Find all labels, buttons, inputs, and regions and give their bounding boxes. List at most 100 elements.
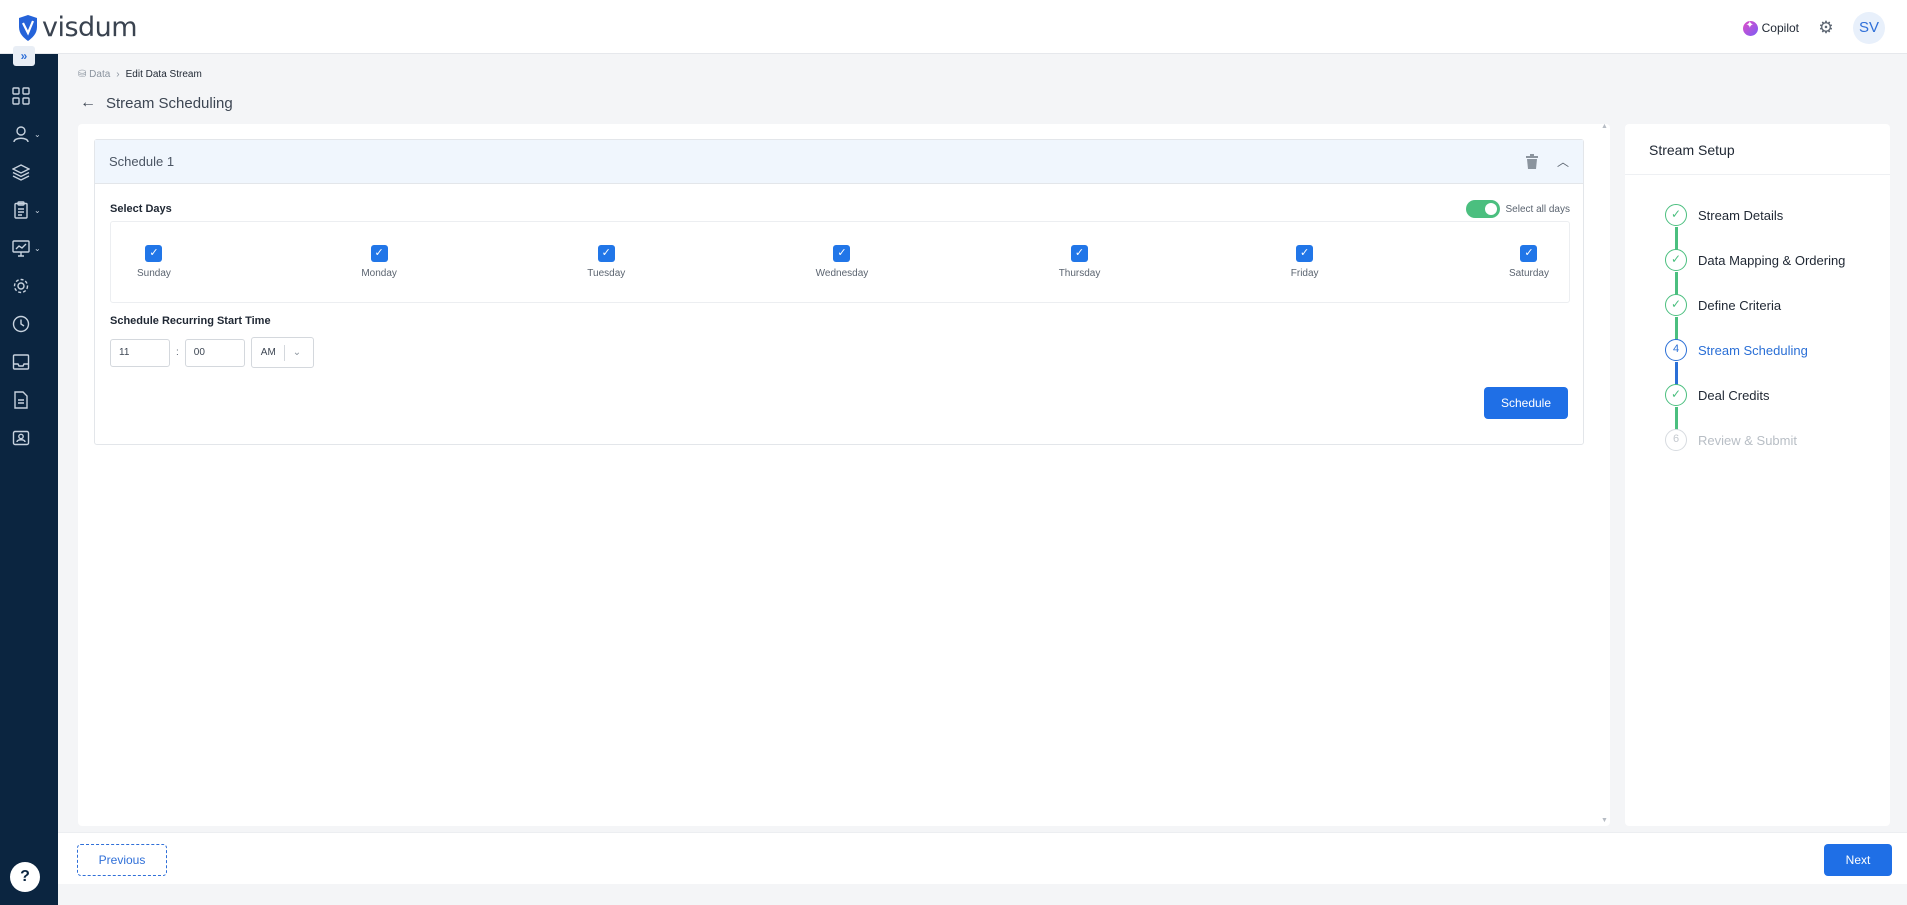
sidebar-item-dashboard[interactable]	[0, 79, 58, 113]
chevron-right-icon: ›	[116, 69, 120, 80]
step-review-submit[interactable]: 6 Review & Submit	[1665, 429, 1797, 451]
sidebar-item-directory[interactable]	[0, 421, 58, 455]
shield-logo-icon	[19, 14, 37, 41]
checkbox-checked-icon[interactable]: ✓	[833, 245, 851, 262]
day-wednesday[interactable]: ✓ Wednesday	[816, 245, 868, 279]
back-arrow-icon[interactable]: ←	[80, 94, 96, 112]
sidebar-item-reports[interactable]: ⌄	[0, 231, 58, 265]
user-icon	[13, 126, 29, 143]
header-actions: Copilot ⚙ SV	[1742, 12, 1885, 44]
logo-text: visdum	[42, 12, 138, 43]
trash-icon[interactable]	[1525, 154, 1539, 169]
checkbox-checked-icon[interactable]: ✓	[597, 245, 615, 262]
checkbox-checked-icon[interactable]: ✓	[1071, 245, 1089, 262]
scroll-up-icon[interactable]: ▲	[1601, 123, 1608, 130]
schedule-title: Schedule 1	[109, 154, 175, 169]
days-selector: ✓ Sunday ✓ Monday ✓ Tuesday ✓ Wednesday …	[110, 221, 1570, 303]
step-data-mapping[interactable]: ✓ Data Mapping & Ordering	[1665, 249, 1845, 271]
day-sunday[interactable]: ✓ Sunday	[137, 245, 171, 279]
select-divider	[283, 344, 285, 361]
day-label: Tuesday	[587, 268, 626, 279]
step-stream-details[interactable]: ✓ Stream Details	[1665, 204, 1783, 226]
check-icon: ✓	[1665, 249, 1687, 271]
step-connector	[1675, 272, 1678, 295]
checkbox-checked-icon[interactable]: ✓	[370, 245, 388, 262]
select-all-days-toggle-wrap: Select all days	[1465, 200, 1570, 218]
footer-bar: Previous Next	[58, 832, 1907, 884]
page-title: Stream Scheduling	[106, 94, 233, 112]
user-avatar[interactable]: SV	[1853, 12, 1885, 44]
hour-input[interactable]: 11	[110, 338, 170, 367]
copilot-label: Copilot	[1761, 21, 1799, 35]
clock-icon	[12, 315, 30, 333]
scroll-down-icon[interactable]: ▼	[1601, 817, 1608, 824]
breadcrumb-root-label: Data	[89, 69, 111, 80]
sidebar-item-history[interactable]	[0, 307, 58, 341]
schedule-panel: Schedule 1 ︿ Select Days Select all days…	[94, 139, 1584, 445]
day-label: Thursday	[1058, 268, 1101, 279]
step-connector	[1675, 317, 1678, 340]
sidebar-item-users[interactable]: ⌄	[0, 117, 58, 151]
main-content-card: ▲ Schedule 1 ︿ Select Days Select all da…	[78, 123, 1610, 826]
step-label: Deal Credits	[1698, 387, 1770, 403]
select-days-label: Select Days	[110, 203, 172, 215]
day-thursday[interactable]: ✓ Thursday	[1058, 245, 1101, 279]
am-pm-value: AM	[260, 347, 276, 358]
stepper-title: Stream Setup	[1649, 142, 1735, 158]
divider	[1625, 174, 1890, 175]
step-label: Stream Scheduling	[1698, 342, 1808, 358]
step-connector	[1675, 227, 1678, 250]
checkbox-checked-icon[interactable]: ✓	[145, 245, 163, 262]
breadcrumb-current: Edit Data Stream	[125, 69, 202, 80]
sidebar-item-integrations[interactable]	[0, 269, 58, 303]
chevron-down-icon: ⌄	[34, 205, 41, 215]
select-all-days-toggle[interactable]	[1465, 200, 1500, 218]
sidebar-item-documents[interactable]	[0, 383, 58, 417]
step-number: 6	[1665, 429, 1687, 451]
time-separator: :	[176, 347, 179, 358]
settings-gear-icon[interactable]: ⚙	[1817, 19, 1835, 37]
breadcrumb-data-link[interactable]: ⛁ Data	[78, 69, 110, 80]
day-label: Sunday	[137, 268, 171, 279]
schedule-header[interactable]: Schedule 1 ︿	[95, 140, 1583, 184]
copilot-sparkle-icon	[1742, 20, 1758, 36]
previous-button[interactable]: Previous	[77, 844, 167, 876]
visdum-logo[interactable]: visdum	[17, 12, 138, 43]
monitor-icon	[12, 240, 30, 257]
step-label: Stream Details	[1698, 207, 1784, 223]
chevron-down-icon: ⌄	[292, 347, 302, 358]
step-define-criteria[interactable]: ✓ Define Criteria	[1665, 294, 1781, 316]
help-button[interactable]: ?	[10, 862, 40, 892]
day-saturday[interactable]: ✓ Saturday	[1509, 245, 1549, 279]
checkbox-checked-icon[interactable]: ✓	[1296, 245, 1314, 262]
select-days-row: Select Days Select all days	[110, 200, 1570, 218]
checkbox-checked-icon[interactable]: ✓	[1520, 245, 1538, 262]
collapse-chevron-icon[interactable]: ︿	[1557, 153, 1569, 170]
expand-sidebar-icon[interactable]: »	[13, 46, 35, 66]
breadcrumb: ⛁ Data › Edit Data Stream	[78, 69, 202, 80]
step-number: 4	[1665, 339, 1687, 361]
copilot-button[interactable]: Copilot	[1742, 20, 1799, 36]
settings-cog-icon	[13, 278, 29, 294]
layers-icon	[12, 164, 30, 181]
schedule-button[interactable]: Schedule	[1484, 387, 1568, 419]
sidebar-item-plans[interactable]: ⌄	[0, 193, 58, 227]
step-deal-credits[interactable]: ✓ Deal Credits	[1665, 384, 1770, 406]
day-label: Monday	[361, 268, 397, 279]
sidebar-item-inbox[interactable]	[0, 345, 58, 379]
day-friday[interactable]: ✓ Friday	[1291, 245, 1319, 279]
minute-input[interactable]: 00	[184, 338, 245, 367]
check-icon: ✓	[1665, 384, 1687, 406]
start-time-label: Schedule Recurring Start Time	[110, 315, 271, 327]
am-pm-select[interactable]: AM ⌄	[250, 337, 314, 368]
next-button[interactable]: Next	[1824, 844, 1892, 876]
step-stream-scheduling[interactable]: 4 Stream Scheduling	[1665, 339, 1808, 361]
chevron-down-icon: ⌄	[34, 129, 41, 139]
day-tuesday[interactable]: ✓ Tuesday	[587, 245, 625, 279]
start-time-inputs: 11 : 00 AM ⌄	[110, 337, 314, 368]
day-monday[interactable]: ✓ Monday	[361, 245, 397, 279]
sidebar-item-layers[interactable]	[0, 155, 58, 189]
check-icon: ✓	[1665, 204, 1687, 226]
check-icon: ✓	[1665, 294, 1687, 316]
day-label: Saturday	[1508, 268, 1549, 279]
